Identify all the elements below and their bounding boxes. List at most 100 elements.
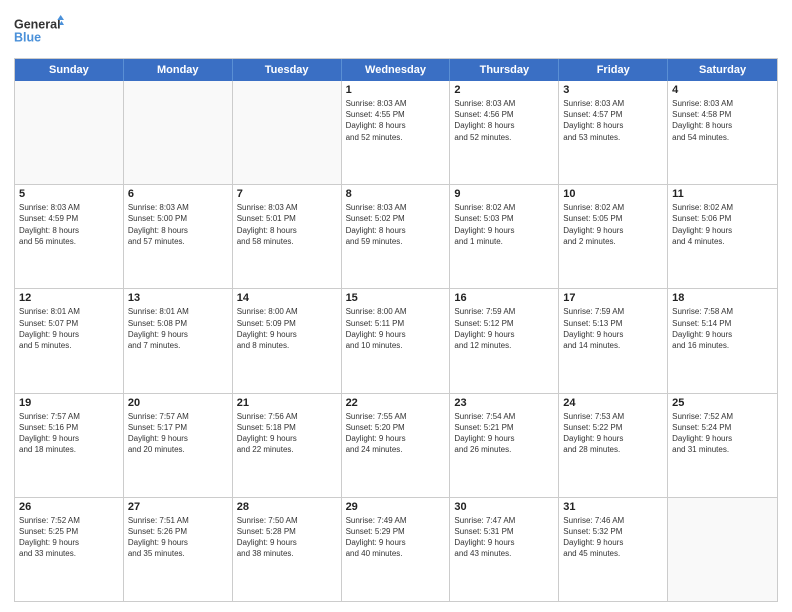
day-22: 22Sunrise: 7:55 AMSunset: 5:20 PMDayligh… — [342, 394, 451, 497]
day-7: 7 Sunrise: 8:03 AMSunset: 5:01 PMDaylight… — [233, 185, 342, 288]
empty-cell — [15, 81, 124, 184]
calendar-week-5: 26Sunrise: 7:52 AMSunset: 5:25 PMDayligh… — [15, 498, 777, 601]
day-27: 27 Sunrise: 7:51 AMSunset: 5:26 PMDayligh… — [124, 498, 233, 601]
day-number: 23 — [454, 397, 554, 409]
day-3: 3 Sunrise: 8:03 AMSunset: 4:57 PMDaylight… — [559, 81, 668, 184]
weekday-header-thursday: Thursday — [450, 59, 559, 81]
day-23: 23 Sunrise: 7:54 AMSunset: 5:21 PMDayligh… — [450, 394, 559, 497]
empty-cell — [233, 81, 342, 184]
day-11: 11 Sunrise: 8:02 AMSunset: 5:06 PMDayligh… — [668, 185, 777, 288]
day-number: 3 — [563, 84, 663, 96]
day-info: Sunrise: 8:02 AMSunset: 5:05 PMDaylight:… — [563, 202, 663, 247]
day-30: 30 Sunrise: 7:47 AMSunset: 5:31 PMDayligh… — [450, 498, 559, 601]
page-header: General Blue — [14, 10, 778, 50]
day-number: 27 — [128, 501, 228, 513]
calendar-week-3: 12 Sunrise: 8:01 AMSunset: 5:07 PMDayligh… — [15, 289, 777, 393]
day-number: 29 — [346, 501, 446, 513]
day-number: 4 — [672, 84, 773, 96]
day-info: Sunrise: 7:59 AMSunset: 5:12 PMDaylight:… — [454, 306, 554, 351]
empty-cell — [668, 498, 777, 601]
day-info: Sunrise: 8:01 AMSunset: 5:07 PMDaylight:… — [19, 306, 119, 351]
day-info: Sunrise: 7:51 AMSunset: 5:26 PMDaylight:… — [128, 515, 228, 560]
day-info: Sunrise: 8:01 AMSunset: 5:08 PMDaylight:… — [128, 306, 228, 351]
day-number: 31 — [563, 501, 663, 513]
day-number: 12 — [19, 292, 119, 304]
day-19: 19 Sunrise: 7:57 AMSunset: 5:16 PMDayligh… — [15, 394, 124, 497]
day-12: 12 Sunrise: 8:01 AMSunset: 5:07 PMDayligh… — [15, 289, 124, 392]
calendar-week-1: 1Sunrise: 8:03 AMSunset: 4:55 PMDaylight… — [15, 81, 777, 185]
day-21: 21 Sunrise: 7:56 AMSunset: 5:18 PMDayligh… — [233, 394, 342, 497]
day-info: Sunrise: 8:03 AMSunset: 4:56 PMDaylight:… — [454, 98, 554, 143]
day-28: 28Sunrise: 7:50 AMSunset: 5:28 PMDayligh… — [233, 498, 342, 601]
day-number: 8 — [346, 188, 446, 200]
day-number: 10 — [563, 188, 663, 200]
calendar: SundayMondayTuesdayWednesdayThursdayFrid… — [14, 58, 778, 602]
logo: General Blue — [14, 10, 64, 50]
weekday-header-saturday: Saturday — [668, 59, 777, 81]
day-info: Sunrise: 8:03 AMSunset: 4:55 PMDaylight:… — [346, 98, 446, 143]
day-info: Sunrise: 7:47 AMSunset: 5:31 PMDaylight:… — [454, 515, 554, 560]
day-info: Sunrise: 7:52 AMSunset: 5:25 PMDaylight:… — [19, 515, 119, 560]
day-1: 1Sunrise: 8:03 AMSunset: 4:55 PMDaylight… — [342, 81, 451, 184]
day-info: Sunrise: 7:58 AMSunset: 5:14 PMDaylight:… — [672, 306, 773, 351]
empty-cell — [124, 81, 233, 184]
day-info: Sunrise: 8:02 AMSunset: 5:03 PMDaylight:… — [454, 202, 554, 247]
day-31: 31 Sunrise: 7:46 AMSunset: 5:32 PMDayligh… — [559, 498, 668, 601]
day-number: 30 — [454, 501, 554, 513]
day-number: 15 — [346, 292, 446, 304]
day-number: 9 — [454, 188, 554, 200]
day-info: Sunrise: 7:53 AMSunset: 5:22 PMDaylight:… — [563, 411, 663, 456]
day-info: Sunrise: 7:52 AMSunset: 5:24 PMDaylight:… — [672, 411, 773, 456]
day-number: 21 — [237, 397, 337, 409]
day-info: Sunrise: 8:03 AMSunset: 5:00 PMDaylight:… — [128, 202, 228, 247]
day-info: Sunrise: 7:59 AMSunset: 5:13 PMDaylight:… — [563, 306, 663, 351]
day-25: 25 Sunrise: 7:52 AMSunset: 5:24 PMDayligh… — [668, 394, 777, 497]
day-info: Sunrise: 8:00 AMSunset: 5:11 PMDaylight:… — [346, 306, 446, 351]
day-24: 24 Sunrise: 7:53 AMSunset: 5:22 PMDayligh… — [559, 394, 668, 497]
day-info: Sunrise: 7:49 AMSunset: 5:29 PMDaylight:… — [346, 515, 446, 560]
day-18: 18 Sunrise: 7:58 AMSunset: 5:14 PMDayligh… — [668, 289, 777, 392]
day-number: 25 — [672, 397, 773, 409]
day-info: Sunrise: 7:46 AMSunset: 5:32 PMDaylight:… — [563, 515, 663, 560]
weekday-header-wednesday: Wednesday — [342, 59, 451, 81]
day-number: 7 — [237, 188, 337, 200]
day-29: 29 Sunrise: 7:49 AMSunset: 5:29 PMDayligh… — [342, 498, 451, 601]
day-info: Sunrise: 8:03 AMSunset: 5:01 PMDaylight:… — [237, 202, 337, 247]
day-5: 5 Sunrise: 8:03 AMSunset: 4:59 PMDaylight… — [15, 185, 124, 288]
day-20: 20 Sunrise: 7:57 AMSunset: 5:17 PMDayligh… — [124, 394, 233, 497]
day-number: 16 — [454, 292, 554, 304]
day-number: 28 — [237, 501, 337, 513]
day-16: 16 Sunrise: 7:59 AMSunset: 5:12 PMDayligh… — [450, 289, 559, 392]
day-info: Sunrise: 8:03 AMSunset: 5:02 PMDaylight:… — [346, 202, 446, 247]
day-2: 2 Sunrise: 8:03 AMSunset: 4:56 PMDaylight… — [450, 81, 559, 184]
day-info: Sunrise: 7:56 AMSunset: 5:18 PMDaylight:… — [237, 411, 337, 456]
svg-text:General: General — [14, 17, 61, 31]
day-4: 4 Sunrise: 8:03 AMSunset: 4:58 PMDaylight… — [668, 81, 777, 184]
day-info: Sunrise: 8:00 AMSunset: 5:09 PMDaylight:… — [237, 306, 337, 351]
weekday-header-tuesday: Tuesday — [233, 59, 342, 81]
day-17: 17Sunrise: 7:59 AMSunset: 5:13 PMDayligh… — [559, 289, 668, 392]
day-info: Sunrise: 7:54 AMSunset: 5:21 PMDaylight:… — [454, 411, 554, 456]
day-info: Sunrise: 7:57 AMSunset: 5:17 PMDaylight:… — [128, 411, 228, 456]
day-number: 24 — [563, 397, 663, 409]
weekday-header-monday: Monday — [124, 59, 233, 81]
day-14: 14Sunrise: 8:00 AMSunset: 5:09 PMDayligh… — [233, 289, 342, 392]
calendar-week-4: 19 Sunrise: 7:57 AMSunset: 5:16 PMDayligh… — [15, 394, 777, 498]
day-info: Sunrise: 8:03 AMSunset: 4:57 PMDaylight:… — [563, 98, 663, 143]
day-number: 20 — [128, 397, 228, 409]
weekday-header-sunday: Sunday — [15, 59, 124, 81]
day-number: 19 — [19, 397, 119, 409]
calendar-header-row: SundayMondayTuesdayWednesdayThursdayFrid… — [15, 59, 777, 81]
day-number: 2 — [454, 84, 554, 96]
day-info: Sunrise: 8:02 AMSunset: 5:06 PMDaylight:… — [672, 202, 773, 247]
day-13: 13Sunrise: 8:01 AMSunset: 5:08 PMDayligh… — [124, 289, 233, 392]
day-number: 5 — [19, 188, 119, 200]
svg-text:Blue: Blue — [14, 31, 41, 45]
day-info: Sunrise: 8:03 AMSunset: 4:58 PMDaylight:… — [672, 98, 773, 143]
day-8: 8 Sunrise: 8:03 AMSunset: 5:02 PMDaylight… — [342, 185, 451, 288]
day-6: 6Sunrise: 8:03 AMSunset: 5:00 PMDaylight… — [124, 185, 233, 288]
day-info: Sunrise: 8:03 AMSunset: 4:59 PMDaylight:… — [19, 202, 119, 247]
day-number: 11 — [672, 188, 773, 200]
day-info: Sunrise: 7:57 AMSunset: 5:16 PMDaylight:… — [19, 411, 119, 456]
day-number: 18 — [672, 292, 773, 304]
